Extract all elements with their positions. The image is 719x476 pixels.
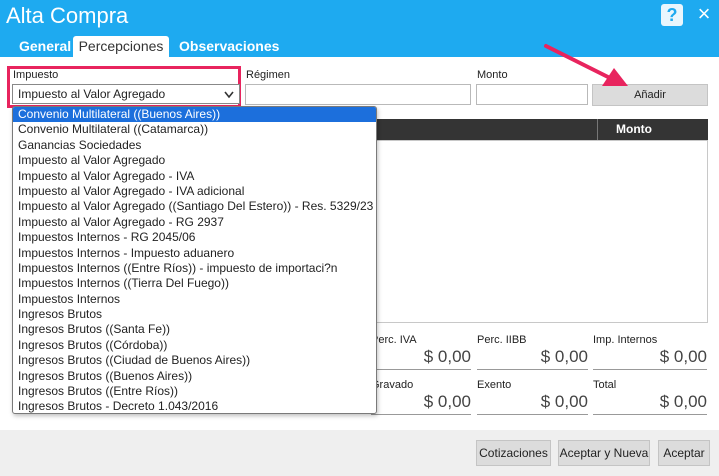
perc-iva-value: $ 0,00 [371,340,471,370]
tab-general[interactable]: General [19,36,71,57]
dropdown-option[interactable]: Impuesto al Valor Agregado - IVA [13,169,376,184]
dropdown-option[interactable]: Ganancias Sociedades [13,138,376,153]
monto-label: Monto [477,69,508,81]
dropdown-option[interactable]: Ingresos Brutos ((Buenos Aires)) [13,369,376,384]
perc-iibb-value: $ 0,00 [477,340,588,370]
dropdown-option[interactable]: Impuestos Internos - Impuesto aduanero [13,246,376,261]
dropdown-option[interactable]: Convenio Multilateral ((Buenos Aires)) [13,107,376,123]
dropdown-option[interactable]: Ingresos Brutos ((Santa Fe)) [13,322,376,337]
dropdown-option[interactable]: Impuestos Internos [13,292,376,307]
aceptar-button[interactable]: Aceptar [658,440,710,466]
dropdown-option[interactable]: Ingresos Brutos [13,307,376,322]
impuesto-select-value: Impuesto al Valor Agregado [18,87,166,101]
regimen-input[interactable] [245,84,471,105]
dropdown-option[interactable]: Impuestos Internos ((Tierra Del Fuego)) [13,276,376,291]
impuesto-select[interactable]: Impuesto al Valor Agregado [12,84,240,104]
gravado-value: $ 0,00 [371,385,471,415]
dropdown-option[interactable]: Ingresos Brutos ((Ciudad de Buenos Aires… [13,353,376,368]
window-title: Alta Compra [6,3,129,28]
dropdown-option[interactable]: Impuestos Internos - RG 2045/06 [13,230,376,245]
dropdown-option[interactable]: Impuestos Internos ((Entre Ríos)) - impu… [13,261,376,276]
dropdown-option[interactable]: Impuesto al Valor Agregado [13,153,376,168]
cotizaciones-button[interactable]: Cotizaciones [476,440,551,466]
dropdown-option[interactable]: Ingresos Brutos ((Córdoba)) [13,338,376,353]
imp-internos-value: $ 0,00 [593,340,707,370]
dropdown-option[interactable]: Ingresos Brutos - Decreto 1.043/2016 [13,399,376,413]
aceptar-y-nueva-button[interactable]: Aceptar y Nueva [558,440,650,466]
exento-value: $ 0,00 [477,385,588,415]
dropdown-option[interactable]: Convenio Multilateral ((Catamarca)) [13,122,376,137]
regimen-label: Régimen [246,69,291,81]
help-icon[interactable]: ? [661,4,683,26]
close-icon[interactable]: × [693,2,715,26]
column-header-monto[interactable]: Monto [597,119,708,140]
dropdown-option[interactable]: Impuesto al Valor Agregado - IVA adicion… [13,184,376,199]
impuesto-dropdown-list[interactable]: Convenio Multilateral ((Buenos Aires)) C… [12,106,377,414]
dropdown-option[interactable]: Impuesto al Valor Agregado - RG 2937 [13,215,376,230]
tab-percepciones[interactable]: Percepciones [73,36,169,57]
dropdown-option[interactable]: Ingresos Brutos ((Entre Ríos)) [13,384,376,399]
dropdown-option[interactable]: Impuesto al Valor Agregado ((Santiago De… [13,199,376,214]
tab-observaciones[interactable]: Observaciones [179,36,279,57]
total-value: $ 0,00 [593,385,707,415]
impuesto-label: Impuesto [13,69,59,81]
annotation-arrow-icon [544,44,628,86]
